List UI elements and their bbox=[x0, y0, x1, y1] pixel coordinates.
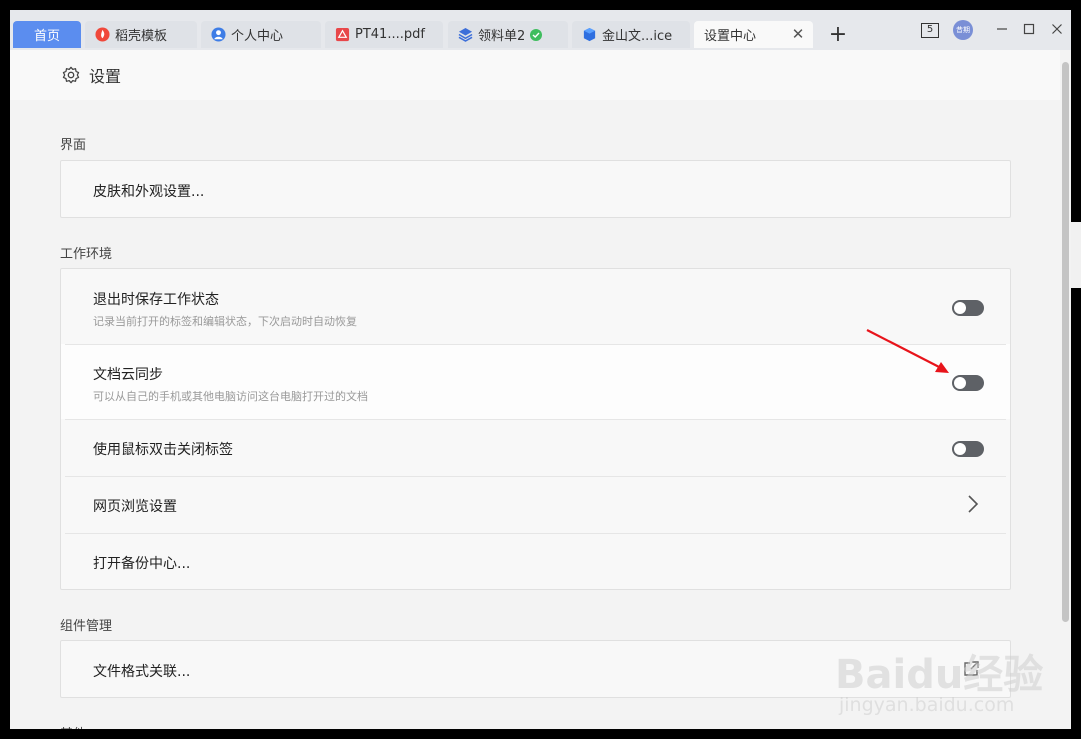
row-title: 文件格式关联... bbox=[93, 664, 191, 680]
avatar[interactable]: 昔期 bbox=[953, 20, 973, 40]
double-click-close-tab-row: 使用鼠标双击关闭标签 bbox=[61, 419, 1010, 476]
tab-label: 个人中心 bbox=[231, 29, 284, 44]
tab-label: 首页 bbox=[33, 29, 60, 44]
row-title: 皮肤和外观设置... bbox=[93, 184, 205, 200]
scroll-thumb[interactable] bbox=[1062, 62, 1069, 622]
appearance-card: 皮肤和外观设置... bbox=[60, 160, 1011, 218]
workspace-card: 退出时保存工作状态 记录当前打开的标签和编辑状态，下次启动时自动恢复 文档云同步… bbox=[60, 268, 1011, 590]
row-title: 打开备份中心... bbox=[93, 556, 191, 572]
sync-ok-icon bbox=[530, 28, 543, 41]
page-title: 设置 bbox=[89, 67, 122, 86]
gear-icon bbox=[62, 66, 80, 84]
tab-material-sheet[interactable]: 领料单2 bbox=[448, 21, 568, 48]
row-title: 文档云同步 bbox=[93, 367, 163, 383]
doc-cloud-sync-row: 文档云同步 可以从自己的手机或其他电脑访问这台电脑打开过的文档 bbox=[61, 344, 1010, 419]
row-title: 使用鼠标双击关闭标签 bbox=[93, 442, 233, 458]
window-count-badge[interactable]: 5 bbox=[921, 23, 939, 38]
docer-flame-icon bbox=[95, 27, 110, 42]
settings-content: 界面 皮肤和外观设置... 工作环境 退出时保存工作状态 记录当前打开的标签和编… bbox=[10, 100, 1060, 729]
tab-home[interactable]: 首页 bbox=[13, 21, 81, 48]
tab-settings-center[interactable]: 设置中心 ✕ bbox=[694, 21, 813, 48]
tab-pdf-file[interactable]: PT41....pdf bbox=[325, 21, 443, 48]
tab-kingsoft-doc[interactable]: 金山文...ice bbox=[572, 21, 690, 48]
row-title: 网页浏览设置 bbox=[93, 499, 177, 515]
file-format-association-row[interactable]: 文件格式关联... bbox=[61, 641, 1010, 697]
pdf-icon bbox=[335, 27, 350, 42]
backup-center-row[interactable]: 打开备份中心... bbox=[61, 533, 1010, 589]
components-card: 文件格式关联... bbox=[60, 640, 1011, 698]
close-tab-icon[interactable]: ✕ bbox=[791, 27, 805, 42]
row-subtitle: 记录当前打开的标签和编辑状态，下次启动时自动恢复 bbox=[93, 315, 357, 328]
external-link-icon bbox=[964, 661, 979, 676]
section-title-workspace: 工作环境 bbox=[60, 247, 113, 262]
maximize-icon[interactable] bbox=[1022, 22, 1036, 36]
tab-label: 领料单2 bbox=[478, 29, 526, 44]
doc-cloud-sync-toggle[interactable] bbox=[952, 375, 984, 391]
new-tab-button[interactable]: + bbox=[828, 24, 848, 46]
chevron-right-icon bbox=[968, 495, 979, 513]
save-state-toggle[interactable] bbox=[952, 300, 984, 316]
scrollbar[interactable] bbox=[1060, 50, 1071, 729]
section-title-appearance: 界面 bbox=[60, 138, 87, 153]
tab-label: PT41....pdf bbox=[355, 27, 425, 42]
section-title-components: 组件管理 bbox=[60, 619, 113, 634]
tab-personal-center[interactable]: 个人中心 bbox=[201, 21, 321, 48]
close-window-icon[interactable] bbox=[1050, 22, 1064, 36]
minimize-icon[interactable] bbox=[995, 22, 1009, 36]
tab-label: 金山文...ice bbox=[602, 29, 673, 44]
tab-docer-templates[interactable]: 稻壳模板 bbox=[85, 21, 197, 48]
layers-icon bbox=[458, 27, 473, 42]
settings-header: 设置 bbox=[10, 50, 1071, 100]
tab-label: 设置中心 bbox=[704, 29, 757, 44]
user-circle-icon bbox=[211, 27, 226, 42]
kingsoft-doc-icon bbox=[582, 27, 597, 42]
row-title: 退出时保存工作状态 bbox=[93, 292, 219, 308]
web-browsing-settings-row[interactable]: 网页浏览设置 bbox=[61, 476, 1010, 533]
tab-bar: 首页 稻壳模板 个人中心 PT41....pdf 领料单2 金山文...ice … bbox=[10, 10, 1071, 50]
desktop-edge-peek bbox=[1071, 222, 1081, 288]
skin-appearance-row[interactable]: 皮肤和外观设置... bbox=[61, 161, 1010, 217]
app-window: 首页 稻壳模板 个人中心 PT41....pdf 领料单2 金山文...ice … bbox=[10, 10, 1071, 729]
tab-label: 稻壳模板 bbox=[115, 29, 168, 44]
double-click-close-toggle[interactable] bbox=[952, 441, 984, 457]
row-subtitle: 可以从自己的手机或其他电脑访问这台电脑打开过的文档 bbox=[93, 390, 368, 403]
save-state-on-exit-row: 退出时保存工作状态 记录当前打开的标签和编辑状态，下次启动时自动恢复 bbox=[61, 269, 1010, 344]
section-title-other: 其他 bbox=[60, 723, 86, 729]
